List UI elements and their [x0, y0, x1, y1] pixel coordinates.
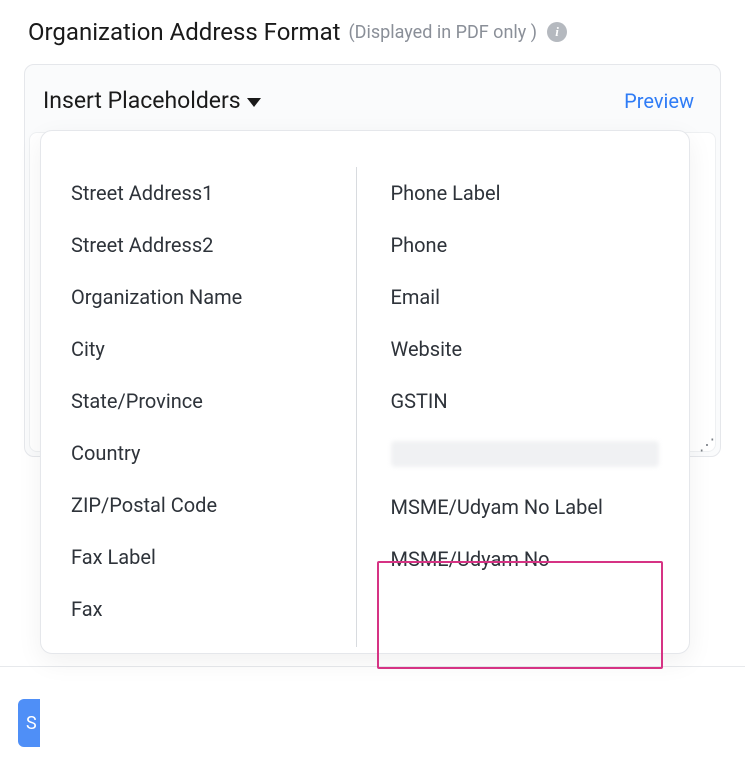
placeholder-item[interactable]: Country: [65, 427, 346, 479]
info-icon[interactable]: i: [547, 22, 567, 42]
placeholders-dropdown: Street Address1 Street Address2 Organiza…: [40, 130, 690, 654]
section-subtitle: (Displayed in PDF only ): [348, 22, 537, 43]
placeholder-item[interactable]: Organization Name: [65, 271, 346, 323]
placeholder-item-msme-label[interactable]: MSME/Udyam No Label: [385, 481, 666, 533]
section-title: Organization Address Format: [28, 18, 340, 46]
save-button-label: S: [26, 713, 37, 734]
insert-placeholders-label: Insert Placeholders: [43, 87, 241, 114]
preview-link[interactable]: Preview: [624, 89, 694, 113]
placeholder-item[interactable]: Website: [385, 323, 666, 375]
chevron-down-icon: [247, 98, 261, 107]
resize-handle-icon[interactable]: ⋰: [699, 441, 713, 449]
placeholder-item[interactable]: Street Address1: [65, 167, 346, 219]
panel-header: Insert Placeholders Preview: [25, 65, 720, 132]
placeholder-item[interactable]: ZIP/Postal Code: [65, 479, 346, 531]
placeholders-column-left: Street Address1 Street Address2 Organiza…: [65, 167, 357, 647]
save-button[interactable]: S: [18, 699, 40, 747]
placeholder-item[interactable]: Fax Label: [65, 531, 346, 583]
highlight-annotation: [377, 561, 663, 669]
placeholder-item[interactable]: State/Province: [65, 375, 346, 427]
placeholder-item[interactable]: Phone: [385, 219, 666, 271]
placeholder-item[interactable]: Email: [385, 271, 666, 323]
placeholder-item[interactable]: City: [65, 323, 346, 375]
insert-placeholders-button[interactable]: Insert Placeholders: [43, 87, 261, 114]
placeholder-item-redacted: [391, 441, 660, 467]
placeholder-item[interactable]: Phone Label: [385, 167, 666, 219]
section-header: Organization Address Format (Displayed i…: [0, 0, 745, 50]
placeholder-item[interactable]: Street Address2: [65, 219, 346, 271]
placeholder-item[interactable]: GSTIN: [385, 375, 666, 427]
placeholders-column-right: Phone Label Phone Email Website GSTIN MS…: [357, 167, 666, 647]
placeholder-item[interactable]: Fax: [65, 583, 346, 635]
